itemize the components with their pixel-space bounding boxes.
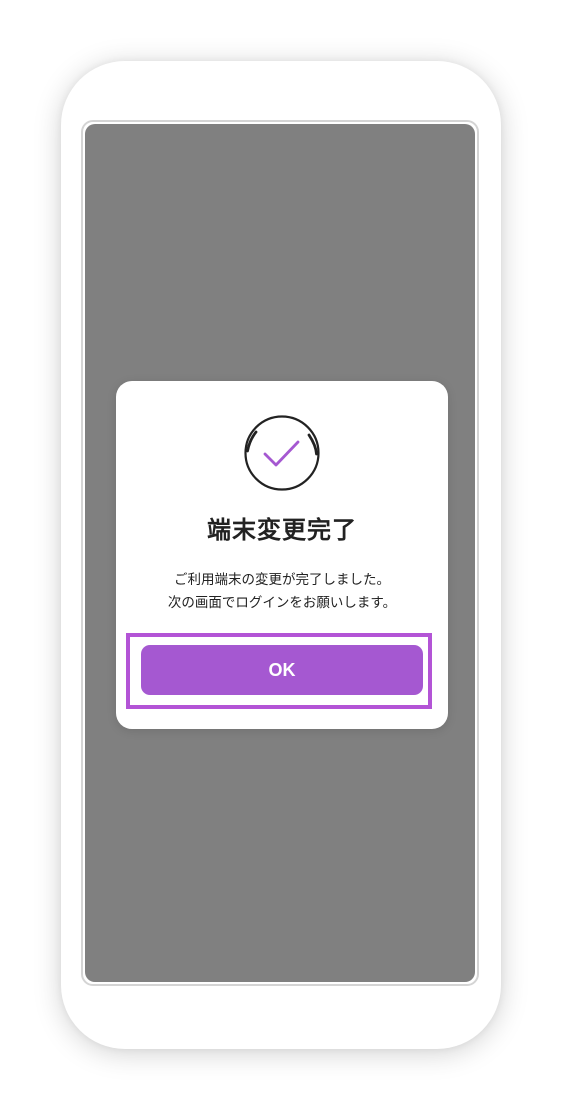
dialog-title: 端末変更完了 [207,516,357,544]
dialog-message: ご利用端末の変更が完了しました。 次の画面でログインをお願いします。 [116,569,448,615]
dialog-message-line-2: 次の画面でログインをお願いします。 [167,595,397,611]
phone-frame: 端末変更完了 ご利用端末の変更が完了しました。 次の画面でログインをお願いします… [61,61,501,1049]
screen-bezel: 端末変更完了 ご利用端末の変更が完了しました。 次の画面でログインをお願いします… [81,120,479,986]
check-circle-icon [244,415,320,491]
completion-dialog: 端末変更完了 ご利用端末の変更が完了しました。 次の画面でログインをお願いします… [116,381,448,729]
dimmed-overlay: 端末変更完了 ご利用端末の変更が完了しました。 次の画面でログインをお願いします… [85,124,475,982]
ok-button[interactable]: OK [141,645,423,695]
dialog-message-line-1: ご利用端末の変更が完了しました。 [174,572,390,588]
